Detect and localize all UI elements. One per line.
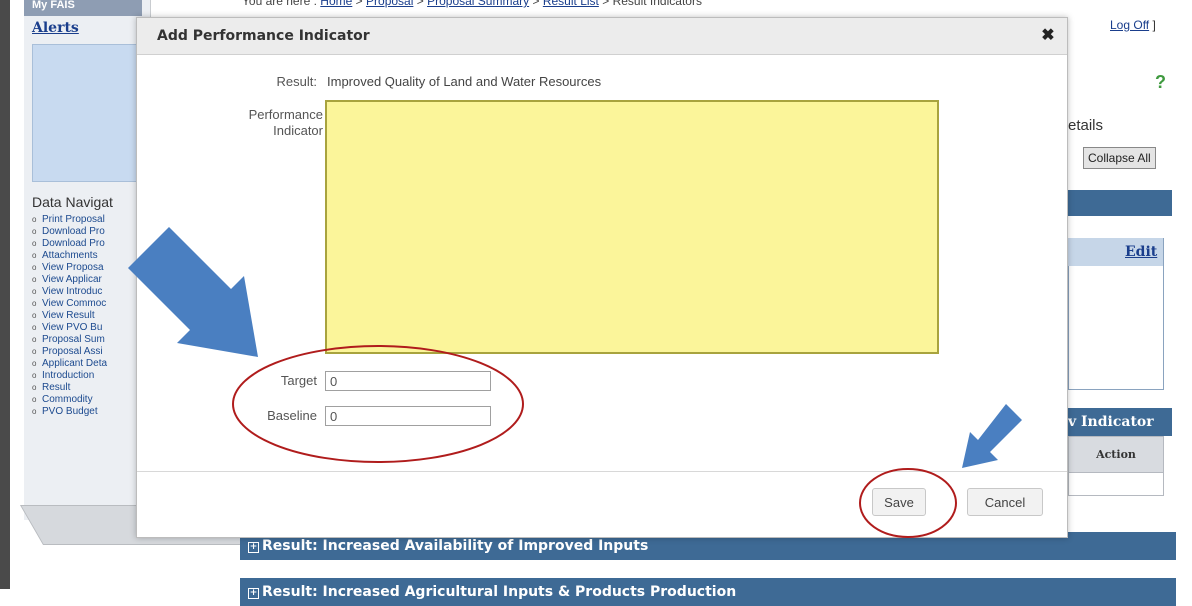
breadcrumb-proposal-summary[interactable]: Proposal Summary bbox=[427, 0, 529, 8]
logoff-bracket: ] bbox=[1152, 18, 1156, 32]
section-title: Result: Increased Agricultural Inputs & … bbox=[262, 584, 737, 600]
nav-item-proposal-assistance[interactable]: Proposal Assi bbox=[32, 346, 107, 358]
result-header-bar bbox=[1068, 190, 1172, 216]
alerts-panel bbox=[32, 44, 144, 182]
nav-item-view-applicant[interactable]: View Applicar bbox=[32, 274, 107, 286]
edit-link[interactable]: Edit bbox=[1125, 244, 1157, 260]
performance-indicator-label: Performance Indicator bbox=[197, 107, 323, 139]
alerts-link[interactable]: Alerts bbox=[32, 20, 79, 36]
collapse-all-button[interactable]: Collapse All bbox=[1083, 147, 1156, 169]
logoff-link[interactable]: Log Off bbox=[1110, 18, 1149, 32]
nav-item-commodity[interactable]: Commodity bbox=[32, 394, 107, 406]
breadcrumb-home[interactable]: Home bbox=[320, 0, 352, 8]
breadcrumb-sep: > bbox=[602, 0, 610, 8]
close-icon[interactable]: ✖ bbox=[1037, 25, 1059, 47]
section-title: Result: Increased Availability of Improv… bbox=[262, 538, 649, 554]
cancel-button[interactable]: Cancel bbox=[967, 488, 1043, 516]
data-navigation-list: Print Proposal Download Pro Download Pro… bbox=[32, 214, 107, 418]
breadcrumb: You are here : Home > Proposal > Proposa… bbox=[242, 0, 702, 8]
window-left-border bbox=[0, 0, 10, 589]
dialog-footer-divider bbox=[137, 471, 1067, 472]
expand-icon[interactable]: + bbox=[248, 588, 259, 599]
logoff-area: Log Off ] bbox=[1110, 18, 1156, 32]
nav-item-applicant-details[interactable]: Applicant Deta bbox=[32, 358, 107, 370]
result-value: Improved Quality of Land and Water Resou… bbox=[327, 74, 602, 89]
save-button[interactable]: Save bbox=[872, 488, 926, 516]
breadcrumb-prefix: You are here : bbox=[242, 0, 317, 8]
nav-item-view-result[interactable]: View Result bbox=[32, 310, 107, 322]
breadcrumb-proposal[interactable]: Proposal bbox=[366, 0, 413, 8]
nav-item-pvo-budget[interactable]: PVO Budget bbox=[32, 406, 107, 418]
breadcrumb-sep: > bbox=[416, 0, 424, 8]
target-input[interactable] bbox=[325, 371, 491, 391]
nav-item-introduction[interactable]: Introduction bbox=[32, 370, 107, 382]
expand-icon[interactable]: + bbox=[248, 542, 259, 553]
breadcrumb-current: Result Indicators bbox=[612, 0, 702, 8]
nav-item-proposal-summary[interactable]: Proposal Sum bbox=[32, 334, 107, 346]
details-tab[interactable]: etails bbox=[1068, 117, 1103, 134]
breadcrumb-sep: > bbox=[532, 0, 540, 8]
target-label: Target bbox=[280, 373, 317, 388]
action-column-cell bbox=[1068, 472, 1164, 496]
dialog-title: Add Performance Indicator bbox=[157, 28, 370, 44]
performance-indicator-textarea[interactable] bbox=[325, 100, 939, 354]
nav-item-print-proposal[interactable]: Print Proposal bbox=[32, 214, 107, 226]
result-label: Result: bbox=[276, 74, 317, 89]
add-performance-indicator-dialog: Add Performance Indicator ✖ Result: Impr… bbox=[136, 17, 1068, 538]
breadcrumb-result-list[interactable]: Result List bbox=[543, 0, 599, 8]
data-navigation-title: Data Navigat bbox=[32, 194, 113, 210]
performance-indicator-label-line1: Performance bbox=[248, 107, 323, 122]
nav-item-attachments-cont[interactable]: Attachments bbox=[32, 250, 107, 262]
new-indicator-link[interactable]: v Indicator bbox=[1068, 408, 1172, 436]
action-column-header: Action bbox=[1068, 436, 1164, 474]
nav-item-view-introduction[interactable]: View Introduc bbox=[32, 286, 107, 298]
performance-indicator-label-line2: Indicator bbox=[273, 123, 323, 138]
nav-item-download-attachments[interactable]: Download Pro bbox=[32, 238, 107, 250]
nav-item-view-pvo-budget[interactable]: View PVO Bu bbox=[32, 322, 107, 334]
nav-item-result[interactable]: Result bbox=[32, 382, 107, 394]
section-bar-agri-production[interactable]: + Result: Increased Agricultural Inputs &… bbox=[240, 578, 1176, 606]
baseline-label: Baseline bbox=[267, 408, 317, 423]
nav-item-view-proposal[interactable]: View Proposa bbox=[32, 262, 107, 274]
nav-item-view-commodity[interactable]: View Commoc bbox=[32, 298, 107, 310]
my-fais-tab[interactable]: My FAIS bbox=[24, 0, 142, 16]
help-icon[interactable]: ? bbox=[1155, 72, 1166, 93]
nav-item-download-proposal[interactable]: Download Pro bbox=[32, 226, 107, 238]
breadcrumb-sep: > bbox=[355, 0, 363, 8]
baseline-input[interactable] bbox=[325, 406, 491, 426]
